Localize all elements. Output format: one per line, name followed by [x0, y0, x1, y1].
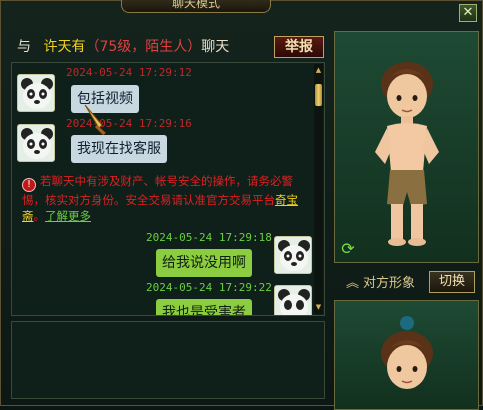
- warning-text: 若聊天中有涉及财产、帐号安全的操作，请务必警惕，核实对方身份。安全交易请认准官方…: [22, 174, 293, 207]
- warning-icon: !: [22, 178, 36, 192]
- message-timestamp: 2024-05-24 17:29:22: [146, 281, 272, 294]
- scroll-thumb[interactable]: [315, 84, 322, 106]
- opponent-character-preview: [334, 300, 479, 410]
- safety-warning: ! 若聊天中有涉及财产、帐号安全的操作，请务必警惕，核实对方身份。安全交易请认准官…: [22, 173, 312, 224]
- partner-name[interactable]: 许天有: [43, 39, 85, 55]
- self-avatar[interactable]: [274, 236, 312, 274]
- sword-cursor-icon: [84, 104, 106, 135]
- warning-sep: 。: [33, 209, 46, 223]
- character-preview-column: ⟳ ︽ 对方形象 切换: [334, 31, 479, 410]
- scroll-down-icon[interactable]: ▼: [314, 303, 323, 312]
- message-timestamp: 2024-05-24 17:29:18: [146, 231, 272, 244]
- learn-more-link[interactable]: 了解更多: [45, 209, 91, 223]
- self-character-preview: ⟳: [334, 31, 479, 263]
- chat-window: 聊天模式 ✕ 与 许天有（75级，陌生人）聊天 举报 2024-05-24 17…: [0, 0, 483, 410]
- character-figure-icon: [375, 62, 439, 246]
- close-button[interactable]: ✕: [459, 4, 477, 22]
- switch-button[interactable]: 切换: [429, 271, 475, 293]
- window-title: 聊天模式: [121, 0, 271, 13]
- message-input[interactable]: [11, 321, 325, 399]
- chat-scrollbar[interactable]: ▲ ▼: [314, 64, 323, 314]
- chat-history[interactable]: 2024-05-24 17:29:12 包括视频 2024-05-24 17:2…: [11, 62, 325, 316]
- message-bubble[interactable]: 给我说没用啊: [156, 249, 252, 277]
- chevron-up-icon: ︽: [346, 276, 360, 291]
- opponent-label-text: 对方形象: [363, 276, 416, 291]
- header-suffix: 聊天: [201, 39, 230, 55]
- partner-info: （75级，陌生人）: [85, 39, 202, 55]
- message-bubble[interactable]: 我现在找客服: [71, 135, 167, 163]
- opponent-figure-icon: [381, 316, 433, 389]
- header-prefix: 与: [17, 39, 31, 55]
- scroll-up-icon[interactable]: ▲: [314, 66, 323, 75]
- opponent-appearance-label: ︽ 对方形象: [346, 272, 415, 291]
- report-button[interactable]: 举报: [274, 36, 324, 58]
- self-avatar[interactable]: [274, 285, 312, 315]
- partner-avatar[interactable]: [17, 124, 55, 162]
- rotate-icon[interactable]: ⟳: [339, 240, 357, 258]
- partner-avatar[interactable]: [17, 74, 55, 112]
- message-timestamp: 2024-05-24 17:29:12: [66, 66, 192, 79]
- message-bubble[interactable]: 我也是受害者: [156, 299, 252, 315]
